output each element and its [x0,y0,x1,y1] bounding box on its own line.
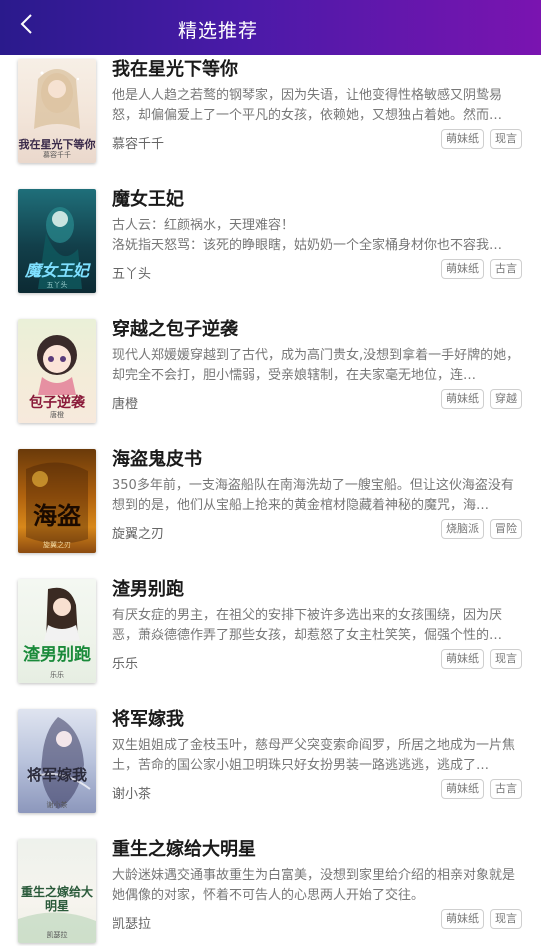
book-item[interactable]: 将军嫁我 谢小茶 将军嫁我 双生姐姐成了金枝玉叶，慈母严父突变索命阎罗，所居之地… [0,699,541,829]
book-description: 古人云：红颜祸水，天理难容！ 洛妩指天怒骂：该死的睁眼瞎，姑奶奶一个全家桶身材你… [112,218,503,253]
book-tags: 萌妹纸 现言 [441,649,522,669]
book-title: 渣男别跑 [112,579,184,600]
book-cover[interactable]: 我在星光下等你 慕容千千 [18,59,96,163]
cover-title-text: 重生之嫁给大明星 [20,885,93,913]
tag-badge[interactable]: 现言 [490,649,522,669]
book-tags: 萌妹纸 古言 [441,779,522,799]
cover-author-text: 谢小茶 [46,802,68,809]
back-button[interactable] [12,12,40,40]
book-description: 大龄迷妹遇交通事故重生为白富美，没想到家里给介绍的相亲对象就是她偶像的对家，怀着… [112,868,516,903]
tag-badge[interactable]: 现言 [490,909,522,929]
book-list[interactable]: 我在星光下等你 慕容千千 我在星光下等你 他是人人趋之若鹜的钢琴家，因为失语，让… [0,55,541,946]
book-author: 五丫头 [112,267,152,282]
book-item[interactable]: 我在星光下等你 慕容千千 我在星光下等你 他是人人趋之若鹜的钢琴家，因为失语，让… [0,55,541,179]
tag-badge[interactable]: 萌妹纸 [441,259,484,279]
book-item[interactable]: 魔女王妃 五丫头 魔女王妃 古人云：红颜祸水，天理难容！ 洛妩指天怒骂：该死的睁… [0,179,541,309]
cover-author-text: 旋翼之刃 [43,542,71,549]
book-author: 慕容千千 [112,137,165,152]
book-tags: 萌妹纸 穿越 [441,389,522,409]
cover-title-text: 魔女王妃 [24,261,89,280]
tag-badge[interactable]: 穿越 [490,389,522,409]
book-title: 重生之嫁给大明星 [112,839,256,860]
tag-badge[interactable]: 萌妹纸 [441,649,484,669]
book-author: 旋翼之刃 [112,527,165,542]
cover-title-text: 将军嫁我 [26,766,87,784]
book-description: 有厌女症的男主，在祖父的安排下被许多选出来的女孩围绕，因为厌恶，萧焱德德作弄了那… [112,608,503,643]
book-item[interactable]: 重生之嫁给大明星 凯瑟拉 重生之嫁给大明星 大龄迷妹遇交通事故重生为白富美，没想… [0,829,541,946]
book-description: 现代人郑媛媛穿越到了古代，成为高门贵女,没想到拿着一手好牌的她，却完全不会打，胆… [112,348,520,383]
book-item[interactable]: 包子逆袭 唐橙 穿越之包子逆袭 现代人郑媛媛穿越到了古代，成为高门贵女,没想到拿… [0,309,541,439]
book-tags: 萌妹纸 现言 [441,129,522,149]
book-author: 谢小茶 [112,787,152,802]
book-title: 将军嫁我 [112,709,184,730]
cover-title-text: 海盗 [33,501,81,530]
cover-author-text: 慕容千千 [43,152,71,159]
cover-title-text: 包子逆袭 [29,395,85,411]
book-tags: 萌妹纸 现言 [441,909,522,929]
book-author: 唐橙 [112,397,139,412]
book-cover[interactable]: 重生之嫁给大明星 凯瑟拉 [18,839,96,943]
book-item[interactable]: 渣男别跑 乐乐 渣男别跑 有厌女症的男主，在祖父的安排下被许多选出来的女孩围绕，… [0,569,541,699]
book-author: 乐乐 [112,657,139,672]
tag-badge[interactable]: 萌妹纸 [441,389,484,409]
book-description: 双生姐姐成了金枝玉叶，慈母严父突变索命阎罗，所居之地成为一片焦土，苦命的国公家小… [112,738,516,773]
book-title: 穿越之包子逆袭 [112,319,238,340]
book-cover[interactable]: 包子逆袭 唐橙 [18,319,96,423]
book-title: 魔女王妃 [112,189,184,210]
chevron-left-icon [19,13,33,40]
tag-badge[interactable]: 现言 [490,129,522,149]
tag-badge[interactable]: 萌妹纸 [441,909,484,929]
page-title: 精选推荐 [178,20,259,42]
top-nav-bar: 精选推荐 [0,0,541,55]
book-description: 350多年前，一支海盗船队在南海洗劫了一艘宝船。但让这伙海盗没有想到的是，他们从… [112,478,514,513]
cover-title-text: 渣男别跑 [23,645,91,665]
tag-badge[interactable]: 冒险 [490,519,522,539]
tag-badge[interactable]: 萌妹纸 [441,779,484,799]
book-author: 凯瑟拉 [112,917,152,932]
tag-badge[interactable]: 烧脑派 [441,519,484,539]
tag-badge[interactable]: 古言 [490,779,522,799]
book-item[interactable]: 海盗 旋翼之刃 海盗鬼皮书 350多年前，一支海盗船队在南海洗劫了一艘宝船。但让… [0,439,541,569]
book-title: 海盗鬼皮书 [112,449,202,470]
cover-author-text: 五丫头 [46,282,68,289]
book-cover[interactable]: 渣男别跑 乐乐 [18,579,96,683]
cover-author-text: 乐乐 [50,672,64,679]
book-tags: 萌妹纸 古言 [441,259,522,279]
tag-badge[interactable]: 古言 [490,259,522,279]
book-cover[interactable]: 将军嫁我 谢小茶 [18,709,96,813]
book-description: 他是人人趋之若鹜的钢琴家，因为失语，让他变得性格敏感又阴鸷易怒，却偏偏爱上了一个… [112,88,503,123]
cover-author-text: 凯瑟拉 [46,932,68,939]
book-title: 我在星光下等你 [112,59,238,80]
cover-author-text: 唐橙 [50,412,64,419]
book-tags: 烧脑派 冒险 [441,519,522,539]
book-cover[interactable]: 魔女王妃 五丫头 [18,189,96,293]
tag-badge[interactable]: 萌妹纸 [441,129,484,149]
book-cover[interactable]: 海盗 旋翼之刃 [18,449,96,553]
